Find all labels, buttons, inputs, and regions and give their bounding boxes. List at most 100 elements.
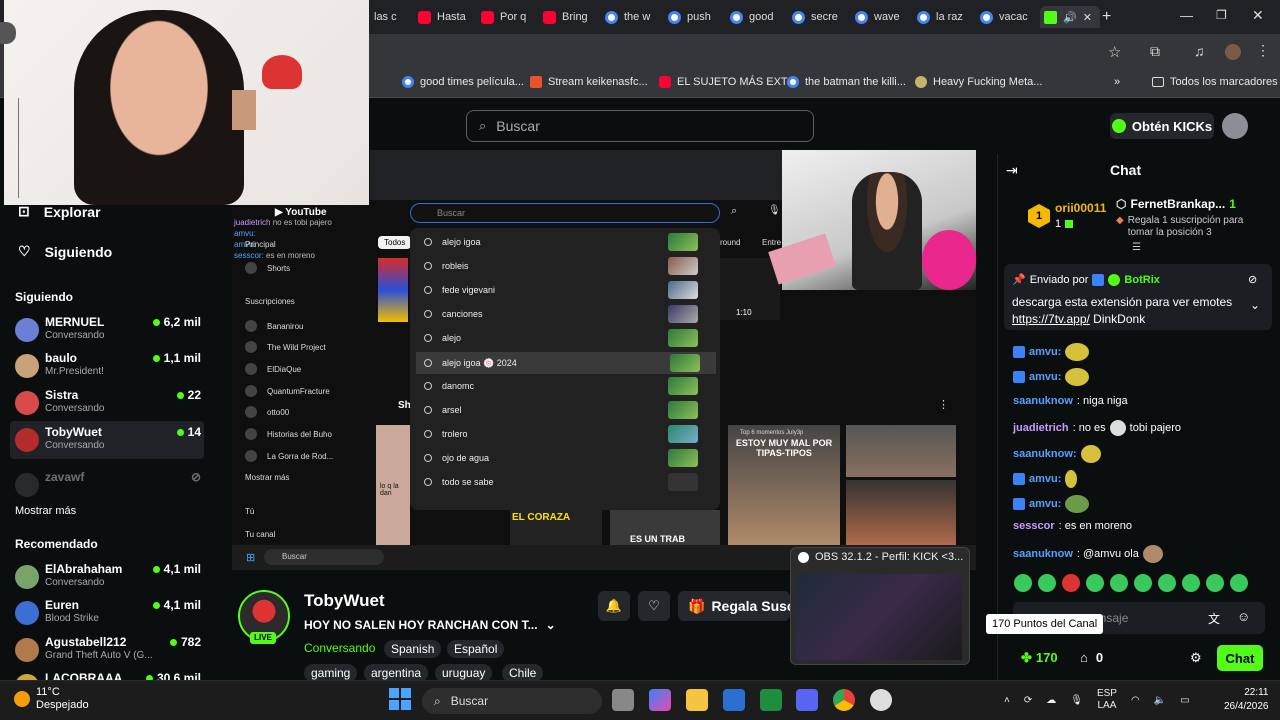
browser-tab[interactable]: good [730,6,790,28]
sidebar-channel[interactable]: MERNUEL Conversando 6,2 mil [15,315,201,349]
sidebar-channel[interactable]: LACOBRAAA 30,6 mil [15,671,201,680]
language-tag[interactable]: Español [447,640,505,658]
chat-username[interactable]: saanuknow: [1013,448,1077,460]
task-view-icon[interactable] [612,689,634,711]
unpin-icon[interactable]: ⊘ [1248,273,1257,286]
channel-points[interactable]: ✤ 170 [1021,650,1058,666]
sidebar-channel-active[interactable]: TobyWuet Conversando 14 [15,425,201,459]
browser-tab[interactable]: push [668,6,728,28]
chrome-icon[interactable] [833,689,855,711]
leaderboard-button[interactable]: ⌂ 0 [1080,650,1103,665]
sidebar-channel-offline[interactable]: zavawf ⊘ [15,470,201,504]
taskbar-clock[interactable]: 22:11 26/4/2026 [1224,686,1269,714]
taskbar-search[interactable]: ⌕ Buscar [422,688,602,714]
chat-username[interactable]: amvu: [1029,498,1061,510]
browser-tab[interactable]: Por q [481,6,539,28]
channel-title[interactable]: TobyWuet [304,591,385,611]
expand-icon[interactable]: ☰ [1132,242,1141,253]
stream-category[interactable]: Conversando [304,641,375,655]
browser-tab[interactable]: secre [792,6,852,28]
pinned-link[interactable]: https://7tv.app/ [1012,312,1090,326]
star-icon[interactable]: ☆ [1108,43,1121,61]
collapse-chat-icon[interactable]: ⇥ [1006,162,1018,179]
new-tab-icon[interactable]: + [1102,8,1111,26]
search-input[interactable]: ⌕ Buscar [466,110,814,142]
notifications-button[interactable]: 🔔 [598,591,630,621]
chat-message[interactable]: amvu: [1013,368,1090,386]
all-bookmarks[interactable]: Todos los marcadores [1152,76,1278,88]
close-window-icon[interactable]: ✕ [1252,7,1264,24]
chat-username[interactable]: amvu: [1029,473,1061,485]
close-tab-icon[interactable]: ✕ [1083,11,1092,24]
chat-message[interactable]: sesscor: es en moreno [1013,520,1132,532]
gift-sub-button[interactable]: 🎁 Regala Suscr [678,591,790,621]
leaderboard-user[interactable]: orii00011 [1055,201,1106,215]
bookmark[interactable]: EL SUJETO MÁS EXT... [659,76,796,88]
weather-widget[interactable]: 11°C Despejado [14,686,89,712]
emote-icon[interactable] [1062,574,1080,592]
discord-icon[interactable] [796,689,818,711]
browser-tab[interactable]: vacac [980,6,1032,28]
more-bookmarks-icon[interactable]: » [1114,76,1120,88]
emote-icon[interactable] [1086,574,1104,592]
emote-icon[interactable] [1134,574,1152,592]
settings-icon[interactable]: ⚙ [1190,650,1202,666]
browser-tab[interactable]: wave [855,6,915,28]
language-tag[interactable]: Spanish [384,640,442,658]
active-tab-kick[interactable]: 🔊 ✕ [1040,6,1100,28]
sidebar-channel[interactable]: baulo Mr.President! 1,1 mil [15,351,201,385]
emote-icon[interactable] [1014,574,1032,592]
browser-tab[interactable]: las c [374,6,418,28]
emoji-icon[interactable]: ☺ [1237,609,1250,624]
get-kicks-button[interactable]: Obtén KICKs [1110,113,1214,139]
emote-icon[interactable] [1158,574,1176,592]
sidebar-channel[interactable]: Euren Blood Strike 4,1 mil [15,598,201,632]
chat-username[interactable]: amvu: [1029,371,1061,383]
chat-message[interactable]: amvu: [1013,343,1090,361]
chevron-down-icon[interactable]: ⌄ [1250,298,1260,312]
chat-message[interactable]: saanuknow: [1013,445,1101,463]
file-explorer-icon[interactable] [686,689,708,711]
excel-icon[interactable] [760,689,782,711]
maximize-icon[interactable]: ❐ [1216,8,1227,22]
start-button[interactable] [389,688,411,710]
show-more-link[interactable]: Mostrar más [15,505,76,517]
emote-icon[interactable] [1206,574,1224,592]
chat-username[interactable]: saanuknow [1013,395,1073,407]
stream-title[interactable]: HOY NO SALEN HOY RANCHAN CON T... ⌄ [304,618,556,632]
chat-username[interactable]: saanuknow [1013,548,1073,560]
browser-tab[interactable]: Hasta [418,6,476,28]
obs-taskbar-icon[interactable] [870,689,892,711]
browser-tab[interactable]: Bring [543,6,603,28]
chat-username[interactable]: sesscor [1013,520,1055,532]
menu-icon[interactable]: ⋮ [1256,42,1270,59]
emote-icon[interactable] [1230,574,1248,592]
browser-tab[interactable]: la raz [917,6,977,28]
sidebar-channel[interactable]: Agustabell212 Grand Theft Auto V (G... 782 [15,635,201,669]
bookmark[interactable]: the batman the killi... [787,76,906,88]
send-chat-button[interactable]: Chat [1217,645,1263,671]
emote-icon[interactable] [1110,574,1128,592]
chevron-up-icon[interactable]: ˄ [1004,695,1010,706]
leaderboard-prompt[interactable]: ◆ Regala 1 suscripción para tomar la posi… [1116,215,1256,239]
bookmark[interactable]: Heavy Fucking Meta... [915,76,1042,88]
sidebar-channel[interactable]: Sistra Conversando 22 [15,388,201,422]
bookmark[interactable]: good times película... [402,76,524,88]
copilot-icon[interactable] [649,689,671,711]
system-tray[interactable]: ˄ ⟳ ☁ 🎙 ESP LAA ◠ 🔈 ▭ [1004,688,1190,712]
profile-avatar[interactable] [1225,44,1241,60]
bookmark[interactable]: Stream keikenasfc... [530,76,648,88]
chat-message[interactable]: amvu: [1013,470,1078,488]
nav-explore[interactable]: ⊡ Explorar [18,203,101,220]
chat-message[interactable]: saanuknow: niga niga [1013,395,1128,407]
browser-tab[interactable]: the w [605,6,665,28]
follow-button[interactable]: ♡ [638,591,670,621]
user-avatar[interactable] [1222,113,1248,139]
nav-following[interactable]: ♡ Siguiendo [18,243,112,260]
chat-message[interactable]: amvu: [1013,495,1090,513]
word-icon[interactable] [723,689,745,711]
media-icon[interactable]: ♫ [1194,43,1205,59]
leaderboard-top[interactable]: ⬡ FernetBrankap... 1 [1116,197,1236,211]
extensions-icon[interactable]: ⧉ [1150,43,1160,60]
emote-icon[interactable] [1182,574,1200,592]
